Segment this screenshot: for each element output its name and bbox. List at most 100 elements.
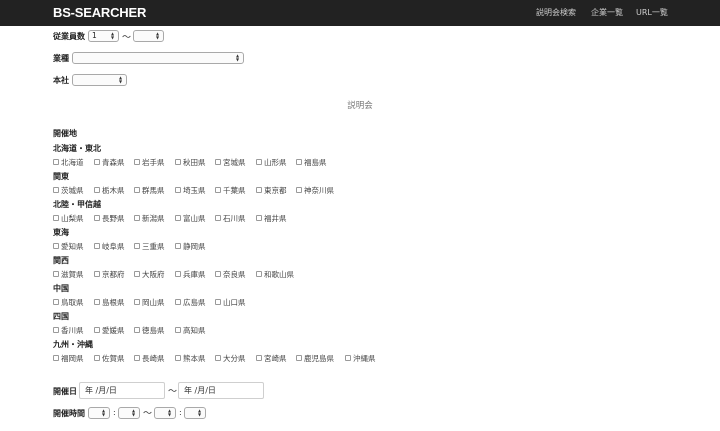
- checkbox[interactable]: [94, 327, 100, 333]
- checkbox[interactable]: [175, 187, 181, 193]
- checkbox[interactable]: [256, 187, 262, 193]
- checkbox[interactable]: [175, 271, 181, 277]
- checkbox[interactable]: [94, 159, 100, 165]
- prefecture-checkbox-item[interactable]: 新潟県: [134, 213, 165, 223]
- checkbox[interactable]: [296, 355, 302, 361]
- prefecture-checkbox-item[interactable]: 高知県: [175, 325, 206, 335]
- nav-link-url-list[interactable]: URL一覧: [636, 7, 668, 18]
- prefecture-checkbox-item[interactable]: 京都府: [94, 269, 125, 279]
- prefecture-checkbox-item[interactable]: 熊本県: [175, 353, 206, 363]
- checkbox[interactable]: [94, 271, 100, 277]
- prefecture-checkbox-item[interactable]: 千葉県: [215, 185, 246, 195]
- checkbox[interactable]: [175, 215, 181, 221]
- checkbox[interactable]: [94, 215, 100, 221]
- hq-select[interactable]: ▲ ▼: [72, 74, 127, 86]
- checkbox[interactable]: [134, 243, 140, 249]
- prefecture-checkbox-item[interactable]: 沖縄県: [345, 353, 376, 363]
- prefecture-checkbox-item[interactable]: 愛知県: [53, 241, 84, 251]
- checkbox[interactable]: [134, 327, 140, 333]
- prefecture-checkbox-item[interactable]: 山形県: [256, 157, 287, 167]
- prefecture-checkbox-item[interactable]: 静岡県: [175, 241, 206, 251]
- prefecture-checkbox-item[interactable]: 島根県: [94, 297, 125, 307]
- time-start-hour-select[interactable]: ▲ ▼: [88, 407, 110, 419]
- prefecture-checkbox-item[interactable]: 福井県: [256, 213, 287, 223]
- checkbox[interactable]: [53, 159, 59, 165]
- checkbox[interactable]: [53, 187, 59, 193]
- prefecture-checkbox-item[interactable]: 北海道: [53, 157, 84, 167]
- checkbox[interactable]: [215, 159, 221, 165]
- checkbox[interactable]: [53, 243, 59, 249]
- checkbox[interactable]: [53, 299, 59, 305]
- checkbox[interactable]: [53, 355, 59, 361]
- checkbox[interactable]: [134, 299, 140, 305]
- date-end-input[interactable]: 年 /月/日: [178, 382, 264, 399]
- checkbox[interactable]: [175, 299, 181, 305]
- prefecture-checkbox-item[interactable]: 徳島県: [134, 325, 165, 335]
- brand-logo[interactable]: BS-SEARCHER: [53, 5, 146, 20]
- checkbox[interactable]: [94, 243, 100, 249]
- prefecture-checkbox-item[interactable]: 愛媛県: [94, 325, 125, 335]
- nav-link-company-list[interactable]: 企業一覧: [591, 7, 623, 18]
- checkbox[interactable]: [134, 187, 140, 193]
- nav-link-session-search[interactable]: 説明会検索: [536, 7, 576, 18]
- checkbox[interactable]: [175, 243, 181, 249]
- prefecture-checkbox-item[interactable]: 広島県: [175, 297, 206, 307]
- prefecture-checkbox-item[interactable]: 宮崎県: [256, 353, 287, 363]
- time-end-hour-select[interactable]: ▲ ▼: [154, 407, 176, 419]
- prefecture-checkbox-item[interactable]: 群馬県: [134, 185, 165, 195]
- checkbox[interactable]: [215, 215, 221, 221]
- prefecture-checkbox-item[interactable]: 神奈川県: [296, 185, 334, 195]
- checkbox[interactable]: [175, 327, 181, 333]
- prefecture-checkbox-item[interactable]: 佐賀県: [94, 353, 125, 363]
- checkbox[interactable]: [134, 355, 140, 361]
- checkbox[interactable]: [134, 159, 140, 165]
- checkbox[interactable]: [215, 355, 221, 361]
- checkbox[interactable]: [256, 215, 262, 221]
- prefecture-checkbox-item[interactable]: 滋賀県: [53, 269, 84, 279]
- prefecture-checkbox-item[interactable]: 鹿児島県: [296, 353, 334, 363]
- checkbox[interactable]: [94, 187, 100, 193]
- prefecture-checkbox-item[interactable]: 長崎県: [134, 353, 165, 363]
- prefecture-checkbox-item[interactable]: 岩手県: [134, 157, 165, 167]
- checkbox[interactable]: [53, 327, 59, 333]
- checkbox[interactable]: [175, 159, 181, 165]
- industry-select[interactable]: ▲ ▼: [72, 52, 244, 64]
- prefecture-checkbox-item[interactable]: 和歌山県: [256, 269, 294, 279]
- checkbox[interactable]: [215, 187, 221, 193]
- prefecture-checkbox-item[interactable]: 栃木県: [94, 185, 125, 195]
- prefecture-checkbox-item[interactable]: 兵庫県: [175, 269, 206, 279]
- prefecture-checkbox-item[interactable]: 青森県: [94, 157, 125, 167]
- employees-min-select[interactable]: 1 ▲ ▼: [88, 30, 119, 42]
- checkbox[interactable]: [53, 215, 59, 221]
- checkbox[interactable]: [94, 355, 100, 361]
- checkbox[interactable]: [53, 271, 59, 277]
- prefecture-checkbox-item[interactable]: 東京都: [256, 185, 287, 195]
- prefecture-checkbox-item[interactable]: 長野県: [94, 213, 125, 223]
- prefecture-checkbox-item[interactable]: 富山県: [175, 213, 206, 223]
- checkbox[interactable]: [134, 215, 140, 221]
- prefecture-checkbox-item[interactable]: 秋田県: [175, 157, 206, 167]
- checkbox[interactable]: [215, 299, 221, 305]
- prefecture-checkbox-item[interactable]: 三重県: [134, 241, 165, 251]
- checkbox[interactable]: [345, 355, 351, 361]
- prefecture-checkbox-item[interactable]: 鳥取県: [53, 297, 84, 307]
- prefecture-checkbox-item[interactable]: 福岡県: [53, 353, 84, 363]
- prefecture-checkbox-item[interactable]: 福島県: [296, 157, 327, 167]
- time-end-minute-select[interactable]: ▲ ▼: [184, 407, 206, 419]
- prefecture-checkbox-item[interactable]: 奈良県: [215, 269, 246, 279]
- prefecture-checkbox-item[interactable]: 大分県: [215, 353, 246, 363]
- checkbox[interactable]: [256, 355, 262, 361]
- checkbox[interactable]: [296, 187, 302, 193]
- checkbox[interactable]: [175, 355, 181, 361]
- prefecture-checkbox-item[interactable]: 石川県: [215, 213, 246, 223]
- employees-max-select[interactable]: ▲ ▼: [133, 30, 164, 42]
- date-start-input[interactable]: 年 /月/日: [79, 382, 165, 399]
- prefecture-checkbox-item[interactable]: 山口県: [215, 297, 246, 307]
- prefecture-checkbox-item[interactable]: 宮城県: [215, 157, 246, 167]
- prefecture-checkbox-item[interactable]: 山梨県: [53, 213, 84, 223]
- prefecture-checkbox-item[interactable]: 岐阜県: [94, 241, 125, 251]
- prefecture-checkbox-item[interactable]: 茨城県: [53, 185, 84, 195]
- prefecture-checkbox-item[interactable]: 大阪府: [134, 269, 165, 279]
- time-start-minute-select[interactable]: ▲ ▼: [118, 407, 140, 419]
- checkbox[interactable]: [134, 271, 140, 277]
